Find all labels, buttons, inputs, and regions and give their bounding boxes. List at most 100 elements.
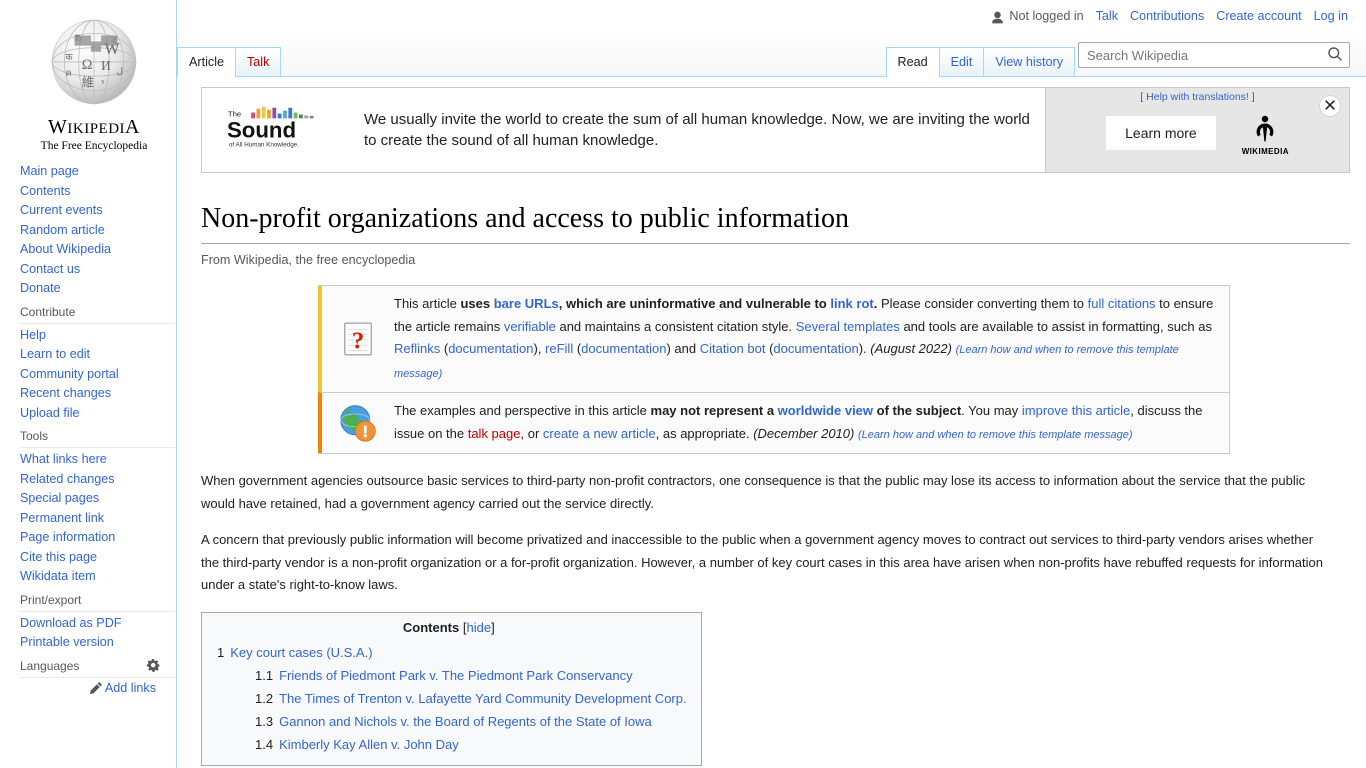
amb2-learn-more-link[interactable]: (Learn how and when to remove this templ…: [858, 429, 1133, 441]
gear-icon[interactable]: [147, 659, 160, 672]
sidebar-link-wikidata-item[interactable]: Wikidata item: [20, 567, 176, 587]
learn-more-button[interactable]: Learn more: [1106, 116, 1216, 150]
amb2-t4: , or: [520, 425, 543, 441]
amb2-link-talk-page[interactable]: talk page: [468, 426, 521, 441]
sidebar-link-download-as-pdf[interactable]: Download as PDF: [20, 614, 176, 634]
amb2-link-worldwide-view[interactable]: worldwide view: [778, 403, 873, 418]
tab-view-history[interactable]: View history: [983, 47, 1075, 76]
svg-text:Sound: Sound: [227, 117, 296, 142]
sidebar-item-special-pages[interactable]: Special pages: [20, 489, 176, 509]
sidebar-link-main-page[interactable]: Main page: [20, 162, 176, 182]
toc-item-1-3[interactable]: 1.3 Gannon and Nichols v. the Board of Re…: [211, 710, 687, 733]
sidebar-link-contents[interactable]: Contents: [20, 182, 176, 202]
amb1-t2: Please consider converting them to: [877, 296, 1088, 312]
tab-article[interactable]: Article: [177, 47, 236, 77]
amb1-link-link-rot[interactable]: link rot: [830, 296, 873, 311]
sidebar-item-help[interactable]: Help: [20, 326, 176, 346]
sidebar-item-random-article[interactable]: Random article: [20, 221, 176, 241]
toc-link-1[interactable]: Key court cases (U.S.A.): [230, 645, 372, 660]
sidebar-link-add-links[interactable]: Add links: [89, 681, 156, 695]
amb1-link-reflinks[interactable]: Reflinks: [394, 341, 440, 356]
tab-read[interactable]: Read: [885, 47, 940, 77]
sidebar-link-about-wikipedia[interactable]: About Wikipedia: [20, 240, 176, 260]
sidebar-item-download-as-pdf[interactable]: Download as PDF: [20, 614, 176, 634]
toc-list: 1 Key court cases (U.S.A.) 1.1 Friends of …: [211, 641, 687, 756]
sidebar-item-page-information[interactable]: Page information: [20, 528, 176, 548]
personal-link-create-account[interactable]: Create account: [1216, 9, 1301, 23]
sidebar-link-cite-this-page[interactable]: Cite this page: [20, 548, 176, 568]
toc-link-1-4[interactable]: Kimberly Kay Allen v. John Day: [279, 737, 459, 752]
close-banner-button[interactable]: [1319, 95, 1341, 117]
amb1-link-doc-3[interactable]: documentation: [773, 341, 858, 356]
sidebar-item-contents[interactable]: Contents: [20, 182, 176, 202]
table-of-contents: Contents [hide] 1 Key court cases (U.S.A.…: [201, 612, 702, 767]
sidebar-link-page-information[interactable]: Page information: [20, 528, 176, 548]
toc-hide-link[interactable]: hide: [467, 620, 492, 635]
toc-link-1-2[interactable]: The Times of Trenton v. Lafayette Yard C…: [279, 691, 687, 706]
sidebar-item-about-wikipedia[interactable]: About Wikipedia: [20, 240, 176, 260]
sidebar-link-upload-file[interactable]: Upload file: [20, 404, 176, 424]
amb1-b1: uses: [460, 296, 494, 312]
sidebar-link-donate[interactable]: Donate: [20, 279, 176, 299]
personal-link-talk[interactable]: Talk: [1096, 9, 1118, 23]
amb2-t2: . You may: [961, 403, 1022, 419]
amb1-link-citation-bot[interactable]: Citation bot: [700, 341, 766, 356]
sidebar-item-donate[interactable]: Donate: [20, 279, 176, 299]
sidebar-item-wikidata-item[interactable]: Wikidata item: [20, 567, 176, 587]
sidebar-item-what-links-here[interactable]: What links here: [20, 450, 176, 470]
search-button[interactable]: [1324, 45, 1346, 65]
sidebar-item-cite-this-page[interactable]: Cite this page: [20, 548, 176, 568]
sidebar-link-related-changes[interactable]: Related changes: [20, 470, 176, 490]
personal-link-contributions[interactable]: Contributions: [1130, 9, 1204, 23]
help-with-translations-link[interactable]: Help with translations!: [1146, 91, 1249, 103]
toc-item-1-4[interactable]: 1.4 Kimberly Kay Allen v. John Day: [211, 733, 687, 756]
help-with-translations: [ Help with translations! ]: [1046, 91, 1349, 103]
sidebar-item-community-portal[interactable]: Community portal: [20, 365, 176, 385]
sidebar-link-current-events[interactable]: Current events: [20, 201, 176, 221]
sidebar-item-related-changes[interactable]: Related changes: [20, 470, 176, 490]
amb1-link-bare-urls[interactable]: bare URLs: [494, 296, 559, 311]
wikipedia-globe-icon: W Ω И 維 י क ค ل ع あ: [43, 13, 145, 115]
sidebar-item-current-events[interactable]: Current events: [20, 201, 176, 221]
sidebar-item-permanent-link[interactable]: Permanent link: [20, 509, 176, 529]
personal-link-log-in[interactable]: Log in: [1314, 9, 1348, 23]
sidebar-item-contact-us[interactable]: Contact us: [20, 260, 176, 280]
amb1-t7: ),: [533, 341, 546, 357]
amb1-date: (August 2022): [870, 341, 952, 357]
sidebar-link-help[interactable]: Help: [20, 326, 176, 346]
amb1-link-doc-1[interactable]: documentation: [448, 341, 533, 356]
amb2-link-improve-this-article[interactable]: improve this article: [1022, 403, 1130, 418]
amb1-link-refill[interactable]: reFill: [545, 341, 573, 356]
tab-edit[interactable]: Edit: [938, 47, 985, 76]
sidebar-item-recent-changes[interactable]: Recent changes: [20, 384, 176, 404]
sidebar-link-special-pages[interactable]: Special pages: [20, 489, 176, 509]
amb1-link-several-templates[interactable]: Several templates: [796, 319, 900, 334]
search-input[interactable]: [1078, 42, 1350, 68]
sidebar-link-permanent-link[interactable]: Permanent link: [20, 509, 176, 529]
amb1-link-full-citations[interactable]: full citations: [1088, 296, 1156, 311]
sidebar-link-printable-version[interactable]: Printable version: [20, 633, 176, 653]
sidebar-item-printable-version[interactable]: Printable version: [20, 633, 176, 653]
sidebar-link-learn-to-edit[interactable]: Learn to edit: [20, 345, 176, 365]
toc-item-1-1[interactable]: 1.1 Friends of Piedmont Park v. The Piedm…: [211, 664, 687, 687]
sidebar-link-community-portal[interactable]: Community portal: [20, 365, 176, 385]
sidebar-item-main-page[interactable]: Main page: [20, 162, 176, 182]
sidebar-link-recent-changes[interactable]: Recent changes: [20, 384, 176, 404]
toc-link-1-3[interactable]: Gannon and Nichols v. the Board of Regen…: [279, 714, 652, 729]
tab-talk[interactable]: Talk: [235, 47, 282, 76]
toc-item-1[interactable]: 1 Key court cases (U.S.A.): [211, 641, 687, 664]
sidebar-link-contact-us[interactable]: Contact us: [20, 260, 176, 280]
sidebar-item-upload-file[interactable]: Upload file: [20, 404, 176, 424]
amb2-link-create-a-new-article[interactable]: create a new article: [543, 426, 656, 441]
toc-item-1-2[interactable]: 1.2 The Times of Trenton v. Lafayette Yar…: [211, 687, 687, 710]
sidebar-item-learn-to-edit[interactable]: Learn to edit: [20, 345, 176, 365]
wikipedia-logo[interactable]: W Ω И 維 י क ค ل ع あ WIKIPEDIA The Free E…: [14, 0, 174, 160]
svg-text:क: क: [65, 51, 73, 61]
sidebar-languages-label: Languages: [20, 658, 80, 673]
ambox-bare-urls-text: This article uses bare URLs, which are u…: [394, 293, 1219, 385]
toc-link-1-1[interactable]: Friends of Piedmont Park v. The Piedmont…: [279, 668, 633, 683]
sidebar-link-random-article[interactable]: Random article: [20, 221, 176, 241]
amb1-link-verifiable[interactable]: verifiable: [504, 319, 556, 334]
sidebar-link-what-links-here[interactable]: What links here: [20, 450, 176, 470]
amb1-link-doc-2[interactable]: documentation: [581, 341, 666, 356]
